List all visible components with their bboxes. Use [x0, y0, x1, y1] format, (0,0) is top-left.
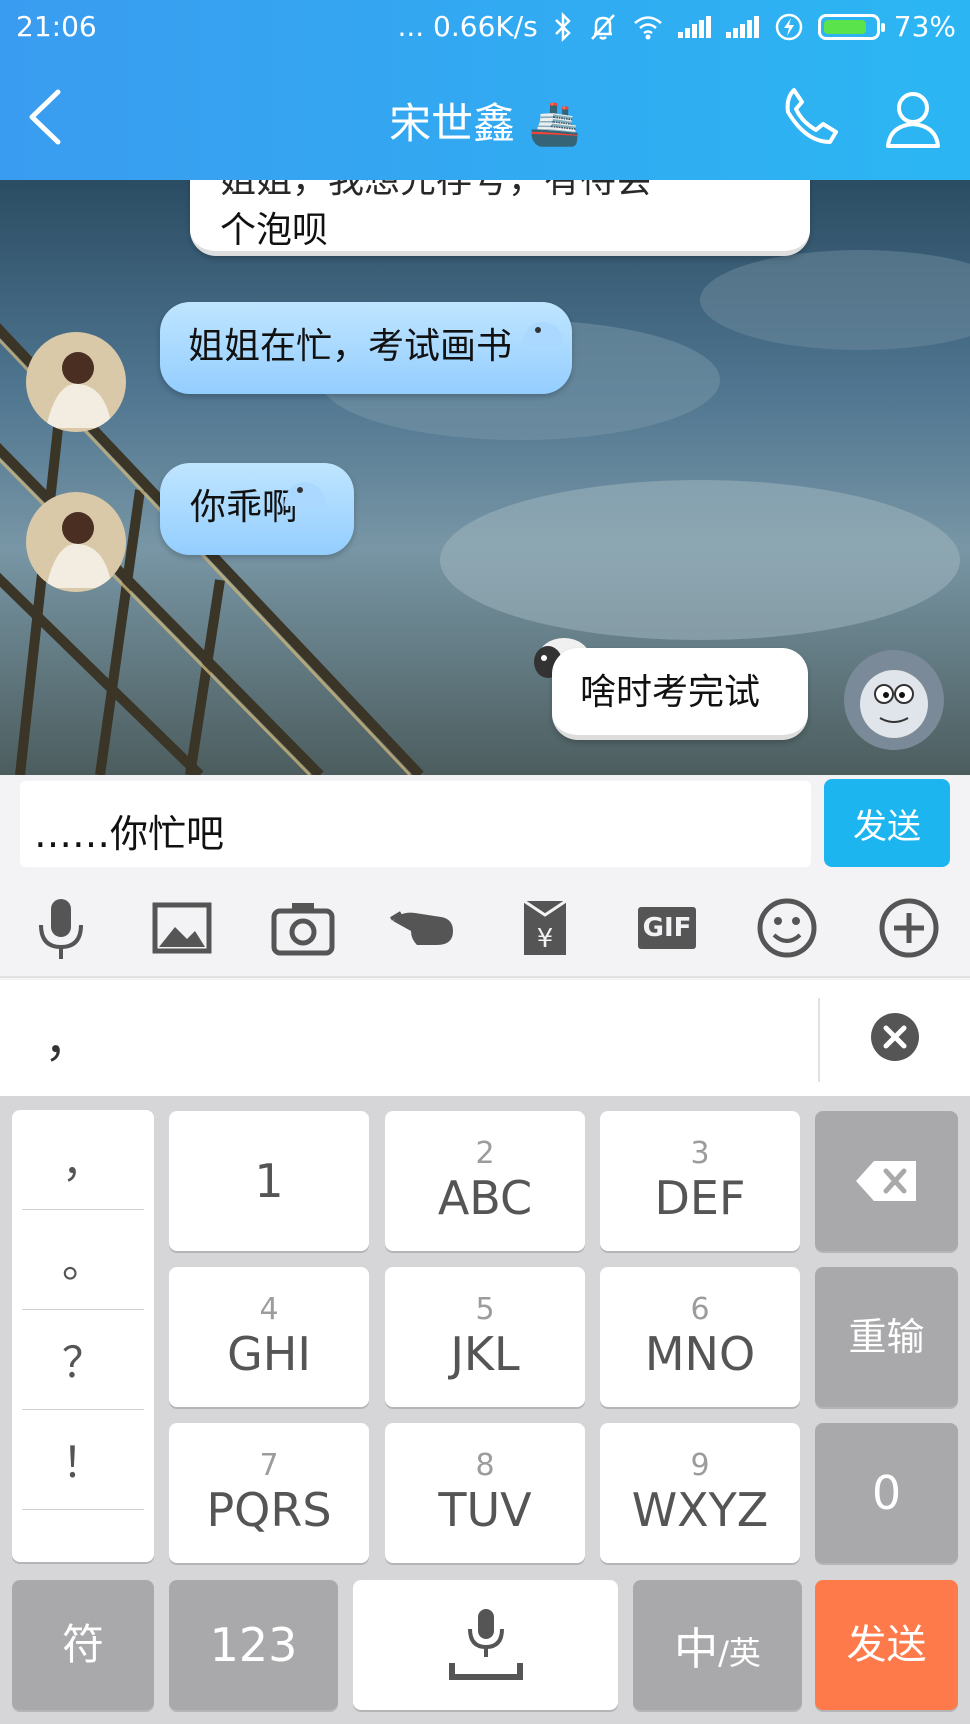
signal-1-icon: [677, 15, 712, 38]
signal-2-icon: [725, 15, 760, 38]
key-5[interactable]: 5 JKL: [385, 1267, 585, 1407]
lang-main-label: 中: [674, 1624, 719, 1675]
key-4[interactable]: 4 GHI: [169, 1267, 369, 1407]
net-speed: ... 0.66K/s: [397, 10, 538, 43]
key-3[interactable]: 3 DEF: [600, 1111, 800, 1251]
key-label: JKL: [450, 1327, 520, 1381]
chat-area[interactable]: 姐姐，我想先存号，有待会 个泡呗 姐姐在忙，考试画书 你乖啊 啥时考完试: [0, 180, 970, 775]
key-0[interactable]: 0: [815, 1423, 958, 1563]
candidate-item[interactable]: ，: [44, 1000, 92, 1070]
image-icon[interactable]: [147, 893, 217, 963]
message-text: 姐姐在忙，考试画书: [188, 326, 513, 367]
status-time: 21:06: [16, 10, 97, 43]
key-label: ABC: [437, 1171, 533, 1225]
keyboard-send-key[interactable]: 发送: [815, 1580, 958, 1710]
ship-emoji: 🚢: [528, 99, 581, 148]
key-label: 0: [871, 1466, 902, 1520]
punctuation-list: ， 。 ？ ！: [12, 1110, 154, 1562]
poke-hand-icon[interactable]: [389, 893, 459, 963]
emoji-icon[interactable]: [752, 893, 822, 963]
send-button[interactable]: 发送: [824, 779, 950, 867]
plus-icon[interactable]: [874, 893, 944, 963]
backspace-key[interactable]: [815, 1111, 958, 1251]
key-label: WXYZ: [631, 1483, 769, 1537]
key-number: 2: [475, 1136, 495, 1171]
key-number: 7: [259, 1448, 279, 1483]
message-text-line2: 个泡呗: [220, 210, 329, 251]
keyboard-send-label: 发送: [846, 1622, 927, 1668]
red-packet-icon[interactable]: ¥: [510, 893, 580, 963]
punct-question-key[interactable]: ？: [22, 1310, 144, 1410]
battery-icon: [817, 13, 885, 40]
battery-percent: 73%: [893, 10, 956, 43]
gif-label: GIF: [638, 907, 696, 949]
key-7[interactable]: 7 PQRS: [169, 1423, 369, 1563]
svg-text:¥: ¥: [537, 924, 554, 954]
key-2[interactable]: 2 ABC: [385, 1111, 585, 1251]
camera-icon[interactable]: [268, 893, 338, 963]
profile-icon[interactable]: [880, 86, 946, 152]
contact-avatar[interactable]: [26, 332, 126, 432]
key-label: DEF: [654, 1171, 746, 1225]
t9-keyboard: ， 。 ？ ！ 1 2 ABC 3 DEF 4 GHI 5 JKL 6 MNO …: [0, 1096, 970, 1724]
symbols-key[interactable]: 符: [12, 1580, 154, 1710]
numbers-key[interactable]: 123: [169, 1580, 338, 1710]
charging-icon: [775, 13, 803, 40]
status-bar: 21:06 ... 0.66K/s 73%: [0, 0, 970, 56]
key-label: MNO: [644, 1327, 756, 1381]
ime-candidate-bar: ，: [0, 980, 970, 1096]
microphone-icon[interactable]: [26, 893, 96, 963]
chat-toolbar: ¥ GIF: [0, 875, 970, 978]
retype-label: 重输: [848, 1315, 925, 1359]
message-bubble-sent[interactable]: 姐姐，我想先存号，有待会 个泡呗: [190, 180, 810, 256]
language-switch-key[interactable]: 中 /英: [633, 1580, 802, 1710]
key-8[interactable]: 8 TUV: [385, 1423, 585, 1563]
backspace-icon: [855, 1161, 916, 1201]
key-label: GHI: [227, 1327, 311, 1381]
gif-icon[interactable]: GIF: [630, 893, 702, 963]
punct-exclaim-key[interactable]: ！: [22, 1410, 144, 1510]
numbers-label: 123: [209, 1618, 298, 1672]
retype-key[interactable]: 重输: [815, 1267, 958, 1407]
input-bar: ……你忙吧 发送: [0, 775, 970, 875]
chat-background-image: [0, 250, 970, 775]
contact-name: 宋世鑫: [389, 99, 516, 148]
bluetooth-icon: [554, 11, 571, 42]
key-number: 6: [690, 1292, 710, 1327]
key-number: 5: [475, 1292, 495, 1327]
key-number: 8: [475, 1448, 495, 1483]
lang-sub-label: /英: [718, 1634, 761, 1672]
my-avatar[interactable]: [844, 650, 944, 750]
bubble-decoration-icon: [522, 322, 564, 346]
chat-header: 21:06 ... 0.66K/s 73% 宋世鑫 🚢: [0, 0, 970, 180]
key-1[interactable]: 1: [169, 1111, 369, 1251]
wifi-icon: [633, 15, 662, 39]
candidate-divider: [818, 998, 820, 1082]
bubble-decoration-icon: [284, 482, 326, 506]
key-number: 4: [259, 1292, 279, 1327]
symbols-label: 符: [61, 1620, 104, 1669]
punct-comma-key[interactable]: ，: [22, 1110, 144, 1210]
message-bubble-sent[interactable]: 啥时考完试: [552, 648, 808, 740]
key-label: PQRS: [206, 1483, 332, 1537]
message-text: 啥时考完试: [580, 672, 761, 713]
phone-icon[interactable]: [778, 84, 844, 150]
key-label: TUV: [438, 1483, 532, 1537]
key-9[interactable]: 9 WXYZ: [600, 1423, 800, 1563]
status-icons: ... 0.66K/s 73%: [397, 10, 956, 43]
punct-period-key[interactable]: 。: [22, 1210, 144, 1310]
key-label: 1: [254, 1154, 284, 1208]
message-input[interactable]: ……你忙吧: [20, 781, 811, 867]
mute-bell-icon: [590, 13, 615, 40]
key-6[interactable]: 6 MNO: [600, 1267, 800, 1407]
message-text-line1: 姐姐，我想先存号，有待会: [220, 180, 653, 201]
clear-candidates-icon[interactable]: [870, 1012, 920, 1062]
key-number: 3: [690, 1136, 710, 1171]
space-key[interactable]: [353, 1580, 618, 1710]
contact-avatar[interactable]: [26, 492, 126, 592]
voice-space-icon: [448, 1609, 523, 1680]
message-bubble-received[interactable]: 姐姐在忙，考试画书: [160, 302, 572, 394]
key-number: 9: [690, 1448, 710, 1483]
